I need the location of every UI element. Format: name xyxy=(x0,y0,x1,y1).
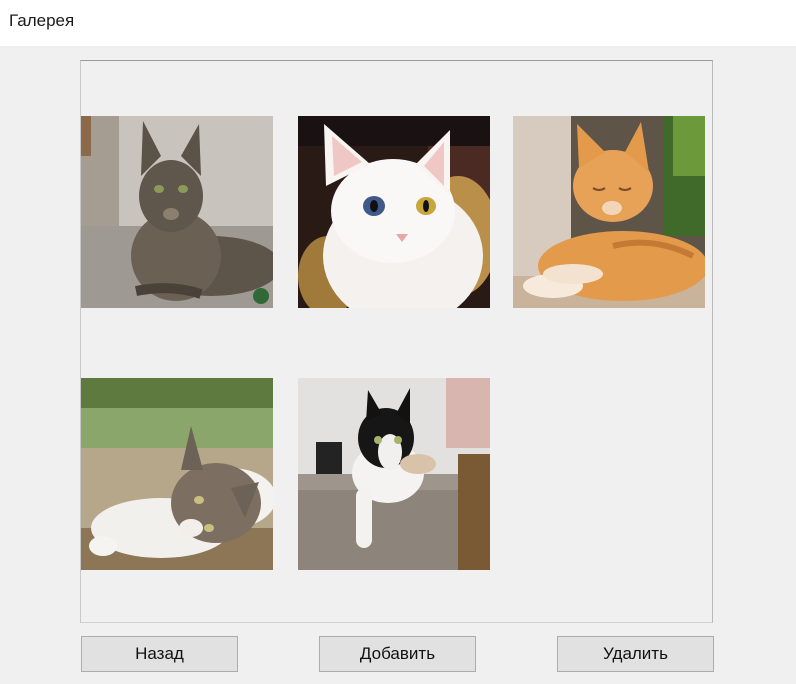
gallery-image-black-white-cat[interactable] xyxy=(298,378,490,570)
tabby-cat-photo xyxy=(81,116,273,308)
window-title: Галерея xyxy=(9,11,75,30)
black-white-cat-photo xyxy=(298,378,490,570)
delete-button[interactable]: Удалить xyxy=(557,636,714,672)
orange-cat-photo xyxy=(513,116,705,308)
gallery-image-tabby-cat[interactable] xyxy=(81,116,273,308)
lying-cat-photo xyxy=(81,378,273,570)
white-cat-photo xyxy=(298,116,490,308)
gallery-image-orange-cat[interactable] xyxy=(513,116,705,308)
gallery-image-white-cat[interactable] xyxy=(298,116,490,308)
back-button[interactable]: Назад xyxy=(81,636,238,672)
add-button[interactable]: Добавить xyxy=(319,636,476,672)
title-bar: Галерея xyxy=(0,0,796,46)
gallery-image-lying-cat[interactable] xyxy=(81,378,273,570)
